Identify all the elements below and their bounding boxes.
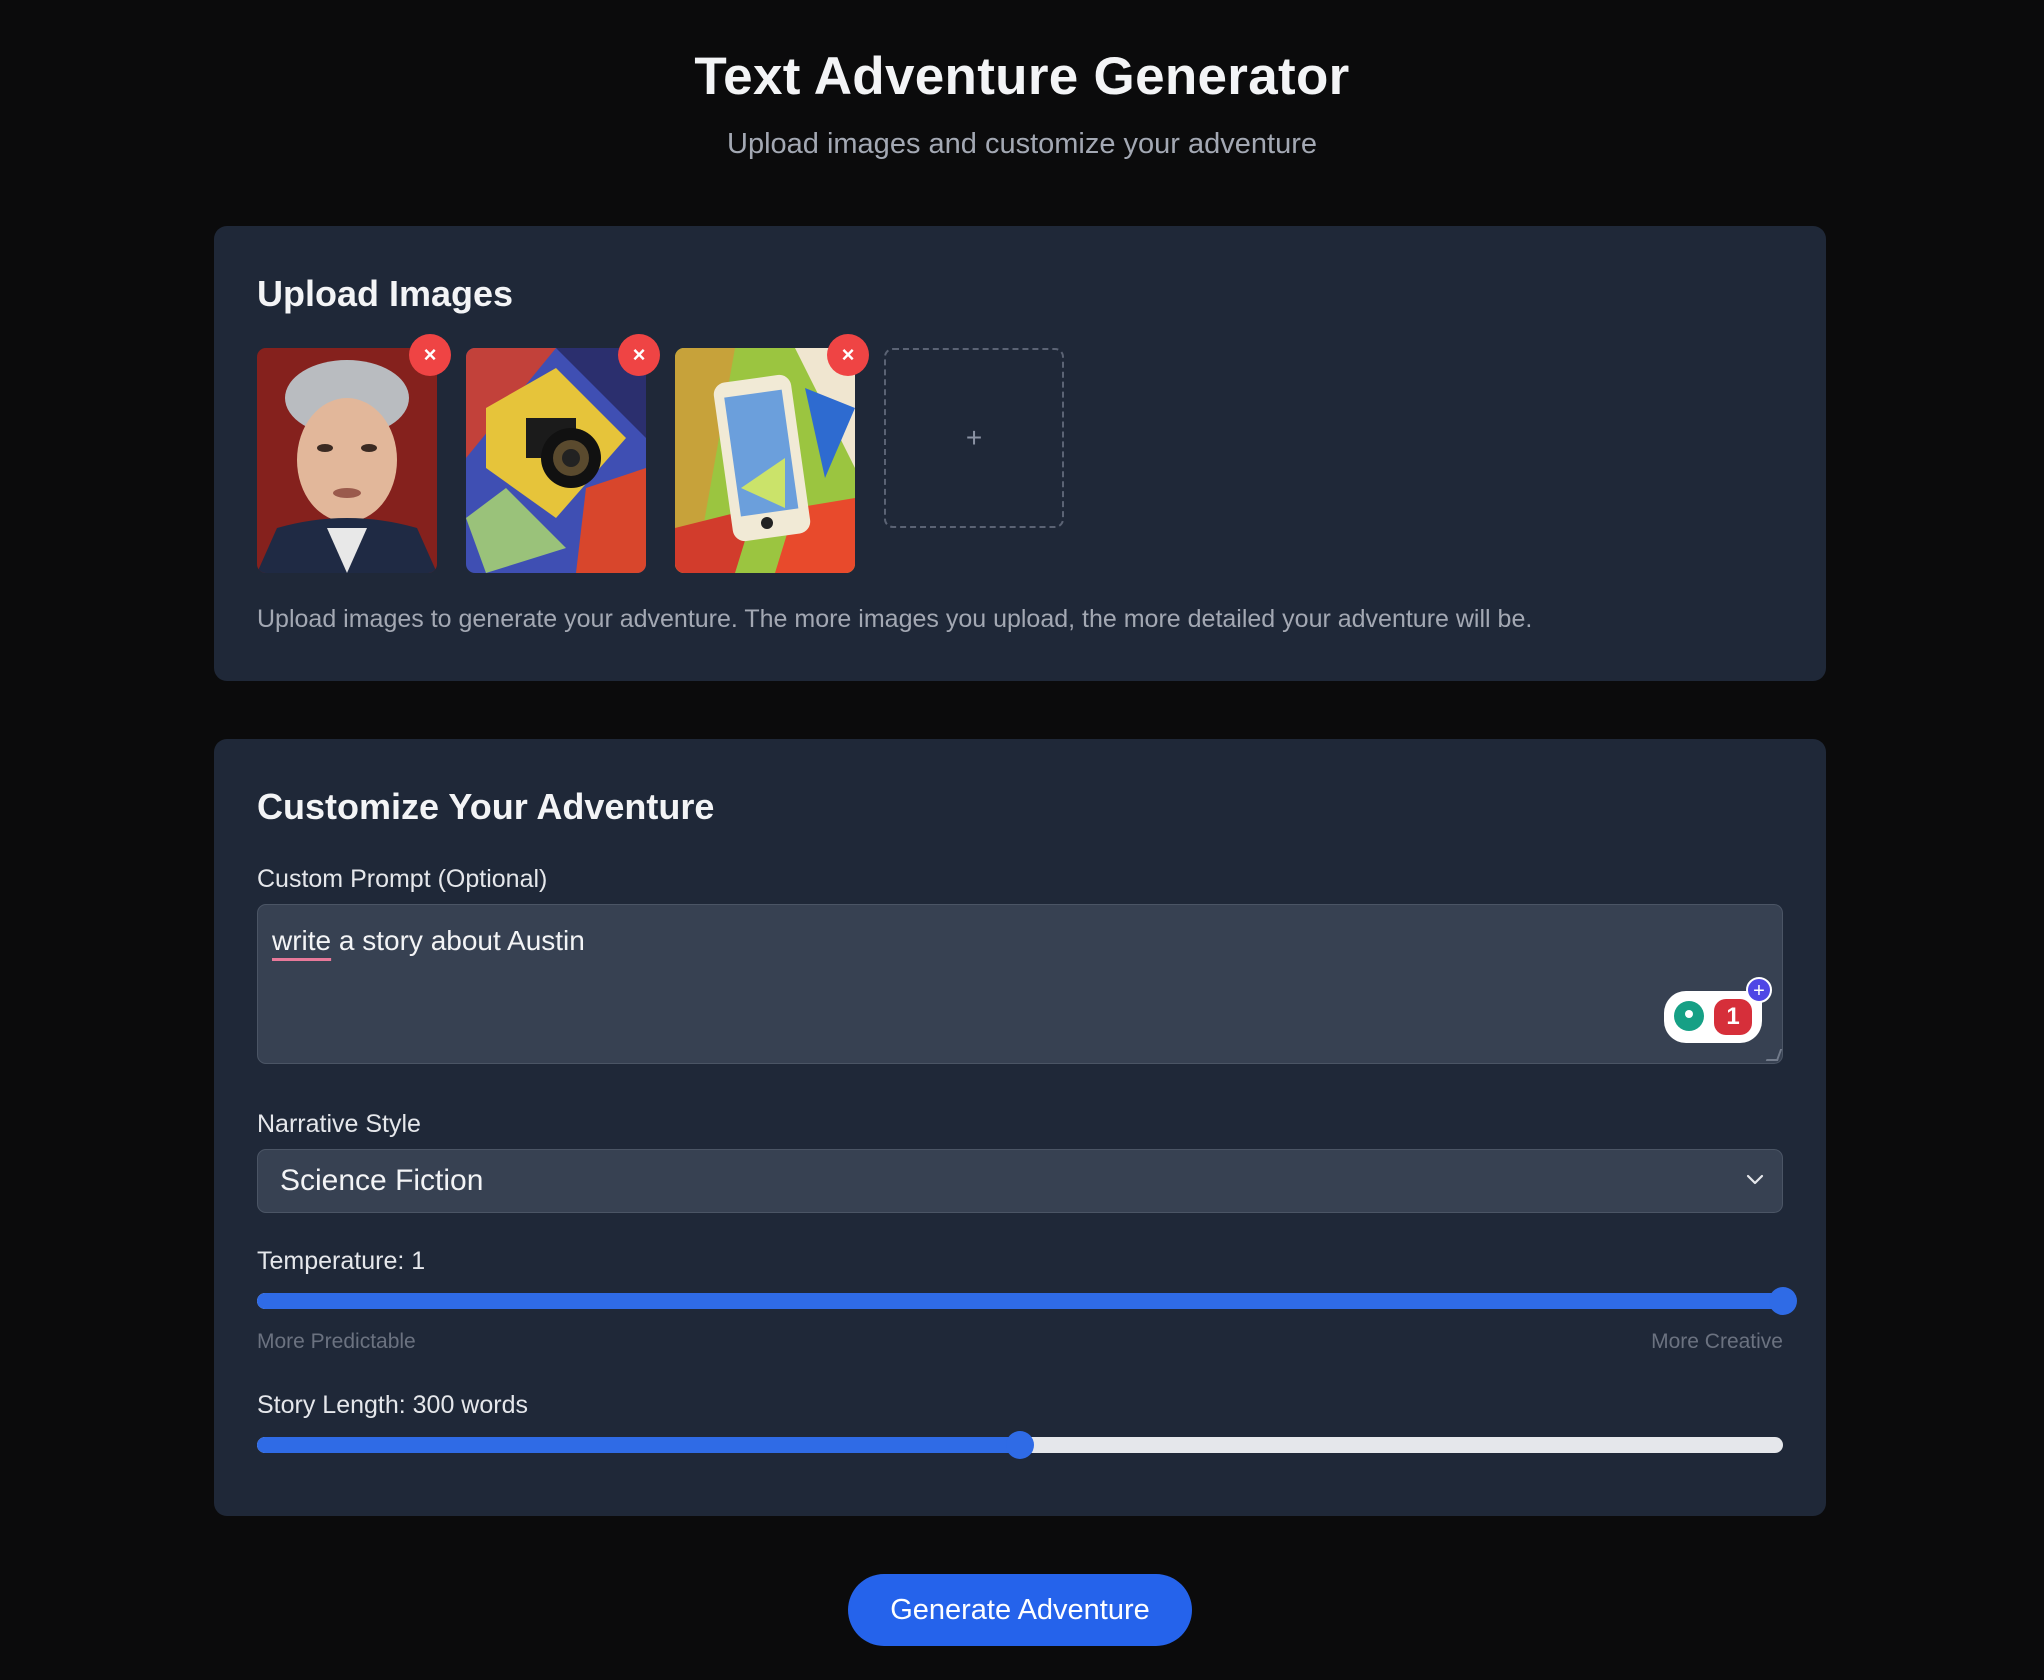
page-title: Text Adventure Generator — [694, 47, 1350, 106]
custom-prompt-textarea[interactable]: write a story about Austin 1 + — [257, 904, 1783, 1064]
page-subtitle: Upload images and customize your adventu… — [727, 128, 1317, 160]
remove-image-1-button[interactable]: × — [409, 334, 451, 376]
uploaded-image-2: × — [466, 334, 660, 573]
temperature-hint-right: More Creative — [1651, 1330, 1783, 1353]
generate-adventure-button[interactable]: Generate Adventure — [848, 1574, 1192, 1646]
customize-card: Customize Your Adventure Custom Prompt (… — [214, 739, 1826, 1516]
prompt-text: a story about Austin — [331, 925, 585, 956]
remove-image-3-button[interactable]: × — [827, 334, 869, 376]
grammar-issue-count: 1 — [1714, 999, 1752, 1035]
story-length-slider-handle[interactable] — [1006, 1431, 1034, 1459]
add-image-button[interactable]: + — [884, 348, 1064, 528]
temperature-hint-left: More Predictable — [257, 1330, 416, 1353]
chevron-down-icon — [1746, 1174, 1764, 1185]
uploaded-image-1: × — [257, 334, 451, 573]
narrative-style-value: Science Fiction — [280, 1164, 484, 1197]
customize-section-title: Customize Your Adventure — [257, 786, 715, 827]
uploaded-image-3: × — [675, 334, 869, 573]
temperature-label: Temperature: 1 — [257, 1247, 426, 1275]
temperature-slider-handle[interactable] — [1769, 1287, 1797, 1315]
narrative-style-label: Narrative Style — [257, 1110, 421, 1138]
temperature-slider-fill — [257, 1293, 1783, 1309]
story-length-slider-fill — [257, 1437, 1020, 1453]
upload-images-card: Upload Images × × × + Upload images to g… — [214, 226, 1826, 681]
camera-cubist-image — [466, 348, 646, 573]
temperature-slider[interactable] — [257, 1287, 1797, 1315]
story-length-label: Story Length: 300 words — [257, 1391, 528, 1419]
lightbulb-icon — [1674, 1001, 1704, 1031]
remove-image-2-button[interactable]: × — [618, 334, 660, 376]
misspelled-word[interactable]: write — [272, 925, 331, 956]
upload-help-text: Upload images to generate your adventure… — [257, 605, 1533, 633]
custom-prompt-label: Custom Prompt (Optional) — [257, 865, 548, 893]
portrait-image — [257, 348, 437, 573]
upload-section-title: Upload Images — [257, 273, 514, 314]
phone-cubist-image — [675, 348, 855, 573]
resize-handle-icon[interactable] — [1765, 1049, 1783, 1061]
narrative-style-select[interactable]: Science Fiction — [257, 1149, 1783, 1213]
grammar-assistant-widget[interactable]: 1 + — [1664, 977, 1772, 1043]
plus-icon[interactable]: + — [1746, 977, 1772, 1003]
story-length-slider[interactable] — [257, 1431, 1783, 1459]
